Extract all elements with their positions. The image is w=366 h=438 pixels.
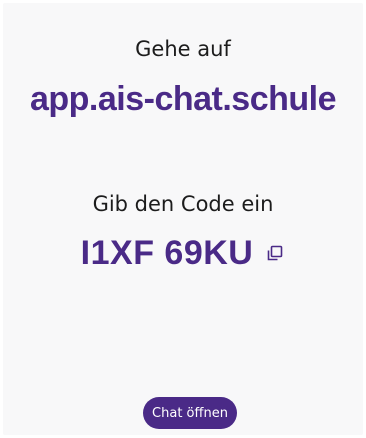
step1-label: Gehe auf xyxy=(135,37,231,61)
code-row: I1XF 69KU xyxy=(3,231,363,275)
step2-label: Gib den Code ein xyxy=(92,192,274,216)
copy-icon xyxy=(268,245,283,261)
copy-code-button[interactable] xyxy=(265,243,285,263)
open-chat-button[interactable]: Chat öffnen xyxy=(143,397,237,429)
access-code: I1XF 69KU xyxy=(80,233,254,272)
chat-url: app.ais-chat.schule xyxy=(29,80,337,118)
join-card: Gehe auf app.ais-chat.schule Gib den Cod… xyxy=(3,3,363,435)
